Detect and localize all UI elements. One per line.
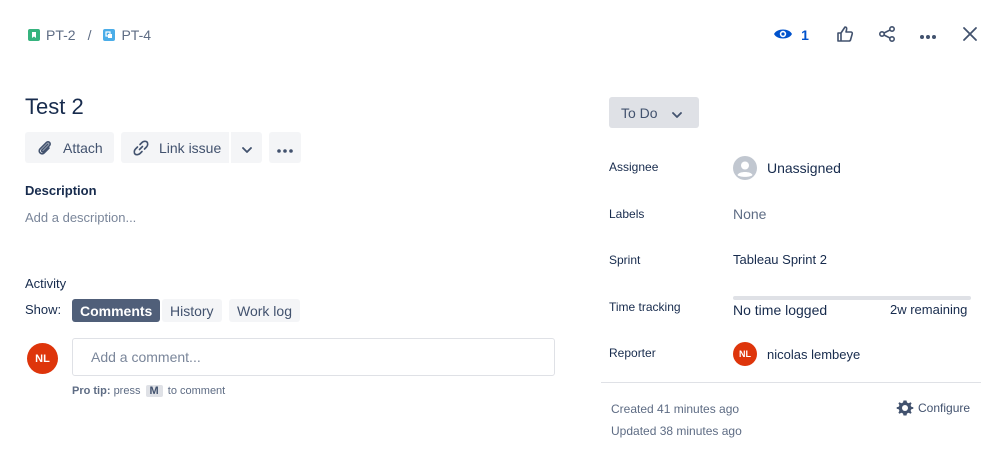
created-timestamp: Created 41 minutes ago bbox=[611, 402, 740, 416]
assignee-label: Assignee bbox=[609, 160, 659, 174]
updated-timestamp: Updated 38 minutes ago bbox=[611, 424, 742, 438]
chevron-down-icon bbox=[241, 140, 252, 156]
user-icon bbox=[733, 156, 757, 180]
chevron-down-icon bbox=[671, 105, 682, 121]
pro-tip-pre: press bbox=[113, 385, 141, 397]
like-button[interactable] bbox=[834, 22, 856, 48]
avatar: NL bbox=[733, 342, 757, 366]
link-issue-dropdown[interactable] bbox=[231, 132, 262, 163]
tab-comments[interactable]: Comments bbox=[72, 299, 161, 322]
issue-title[interactable]: Test 2 bbox=[25, 94, 84, 120]
activity-heading: Activity bbox=[25, 276, 67, 291]
reporter-field[interactable]: NL nicolas lembeye bbox=[733, 342, 860, 366]
configure-label: Configure bbox=[918, 401, 971, 415]
description-heading: Description bbox=[25, 183, 97, 198]
tab-history[interactable]: History bbox=[162, 299, 222, 322]
reporter-name: nicolas lembeye bbox=[767, 346, 861, 362]
status-label: To Do bbox=[621, 104, 658, 121]
comment-placeholder: Add a comment... bbox=[91, 349, 201, 365]
more-icon bbox=[919, 27, 937, 43]
assignee-field[interactable]: Unassigned bbox=[733, 156, 841, 180]
labels-label: Labels bbox=[609, 207, 645, 221]
breadcrumb-parent-link[interactable]: PT-2 bbox=[46, 27, 76, 43]
link-icon bbox=[131, 138, 151, 158]
time-tracking-bar[interactable] bbox=[733, 296, 971, 300]
attach-label: Attach bbox=[63, 139, 103, 156]
breadcrumb-current-link[interactable]: PT-4 bbox=[121, 27, 151, 43]
time-tracking-label: Time tracking bbox=[609, 300, 681, 314]
time-remaining: 2w remaining bbox=[890, 302, 968, 317]
gear-icon bbox=[896, 399, 914, 417]
labels-field[interactable]: None bbox=[733, 206, 766, 222]
pro-tip-label: Pro tip: bbox=[72, 385, 111, 397]
pro-tip-post: to comment bbox=[167, 385, 226, 397]
keyboard-key: M bbox=[145, 385, 163, 397]
avatar: NL bbox=[27, 343, 58, 374]
thumbs-up-icon bbox=[836, 25, 854, 46]
attach-button[interactable]: Attach bbox=[25, 132, 114, 163]
breadcrumb-separator: / bbox=[87, 27, 92, 43]
breadcrumb: PT-2 / PT-4 bbox=[28, 27, 151, 43]
comment-input[interactable]: Add a comment... bbox=[72, 338, 555, 376]
show-label: Show: bbox=[25, 302, 62, 317]
more-actions-button[interactable] bbox=[917, 22, 939, 48]
more-icon bbox=[277, 140, 293, 156]
divider bbox=[601, 382, 981, 383]
share-button[interactable] bbox=[876, 22, 898, 48]
status-dropdown[interactable]: To Do bbox=[609, 97, 699, 128]
description-field[interactable]: Add a description... bbox=[25, 210, 136, 225]
pro-tip: Pro tip: press M to comment bbox=[72, 385, 225, 397]
watch-count: 1 bbox=[801, 27, 809, 43]
eye-icon bbox=[773, 27, 793, 44]
share-icon bbox=[878, 25, 896, 46]
story-icon bbox=[28, 29, 40, 41]
paperclip-icon bbox=[35, 138, 55, 158]
assignee-value: Unassigned bbox=[767, 160, 841, 176]
sprint-label: Sprint bbox=[609, 253, 641, 267]
reporter-label: Reporter bbox=[609, 346, 656, 360]
subtask-icon bbox=[103, 29, 116, 41]
link-issue-label: Link issue bbox=[159, 139, 222, 156]
sprint-field[interactable]: Tableau Sprint 2 bbox=[733, 252, 827, 267]
close-icon bbox=[962, 26, 978, 45]
more-content-button[interactable] bbox=[269, 132, 301, 163]
close-button[interactable] bbox=[960, 22, 980, 48]
configure-button[interactable]: Configure bbox=[896, 399, 970, 417]
watch-button[interactable]: 1 bbox=[771, 22, 811, 48]
time-logged: No time logged bbox=[733, 302, 828, 318]
tab-work-log[interactable]: Work log bbox=[229, 299, 300, 322]
link-issue-button[interactable]: Link issue bbox=[121, 132, 229, 163]
